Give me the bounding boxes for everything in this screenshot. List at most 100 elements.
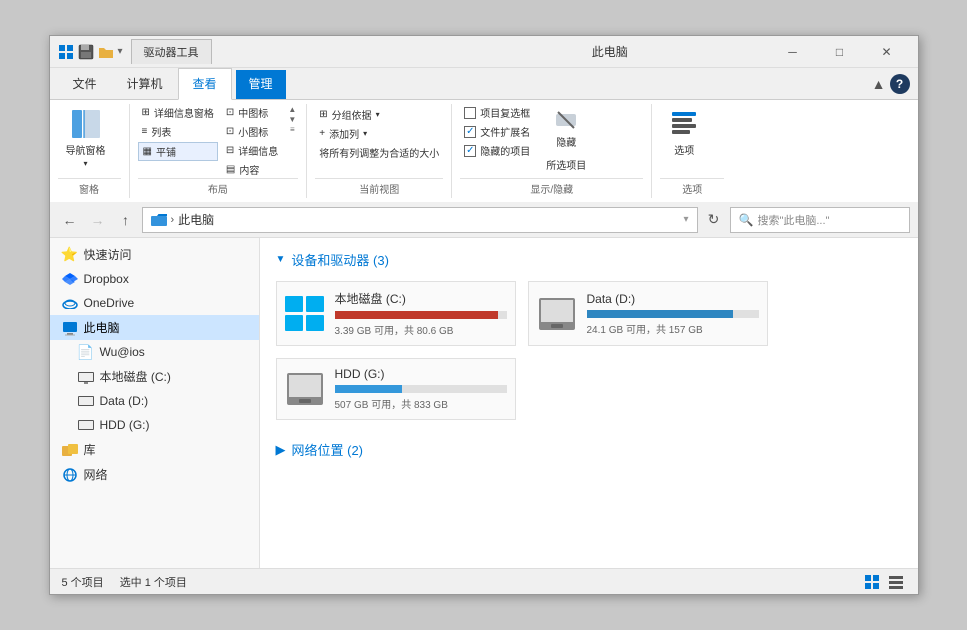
ribbon-collapse-btn[interactable]: ▲ — [872, 76, 886, 92]
sidebar-item-data-d[interactable]: Data (D:) — [50, 389, 259, 413]
data-d-label: Data (D:) — [100, 394, 149, 408]
list-btn[interactable]: ≡ 列表 — [138, 123, 218, 140]
tab-computer[interactable]: 计算机 — [112, 68, 178, 99]
hdd-g-svg — [78, 418, 94, 432]
statusbar-grid-view-btn[interactable] — [862, 572, 882, 592]
drive-d-svg — [78, 394, 94, 408]
group-by-icon: ⊞ — [319, 109, 327, 120]
statusbar-list-view-btn[interactable] — [886, 572, 906, 592]
tile-btn[interactable]: ▦ 平铺 — [138, 142, 218, 161]
small-icon: ⊡ — [226, 126, 234, 137]
hide-svg — [554, 110, 578, 130]
close-button[interactable]: ✕ — [864, 38, 910, 66]
drive-card-c[interactable]: 本地磁盘 (C:) 3.39 GB 可用，共 80.6 GB — [276, 281, 516, 346]
hide-label: 隐藏 — [556, 134, 576, 149]
address-bar[interactable]: › 此电脑 ▾ — [142, 207, 698, 233]
drive-c-bar-container — [335, 311, 507, 319]
group-by-arrow: ▾ — [376, 110, 380, 119]
minimize-button[interactable]: ─ — [770, 38, 816, 66]
drive-c-icon — [285, 294, 325, 334]
sidebar-item-network[interactable]: 网络 — [50, 462, 259, 487]
pane-items: 导航窗格 ▾ — [58, 104, 121, 178]
sidebar-item-hdd-g[interactable]: HDD (G:) — [50, 413, 259, 437]
ribbon-tabs: 文件 计算机 查看 管理 ▲ ? — [50, 68, 918, 100]
network-label: 网络位置 (2) — [292, 440, 364, 459]
drive-g-bar-container — [335, 385, 507, 393]
dropbox-label: Dropbox — [84, 272, 129, 286]
nav-pane-button[interactable]: 导航窗格 ▾ — [58, 104, 114, 172]
small-icon-btn[interactable]: ⊡ 小图标 — [222, 123, 282, 140]
detail-pane-btn[interactable]: ⊞ 详细信息窗格 — [138, 104, 218, 121]
sidebar-item-library[interactable]: 库 — [50, 437, 259, 462]
back-button[interactable]: ← — [58, 208, 82, 232]
sidebar-item-onedrive[interactable]: OneDrive — [50, 291, 259, 315]
folder-address-icon — [151, 212, 167, 228]
checkbox-extension[interactable]: 文件扩展名 — [460, 123, 534, 140]
onedrive-label: OneDrive — [84, 296, 135, 310]
options-button[interactable]: 选项 — [660, 104, 708, 161]
checkbox-item-selector-label: 项目复选框 — [480, 105, 530, 120]
detail-pane-icon: ⊞ — [142, 107, 150, 118]
tab-view[interactable]: 查看 — [178, 68, 232, 100]
nav-pane-label: 导航窗格 — [66, 142, 106, 157]
layout-col2: ⊡ 中图标 ⊡ 小图标 ⊟ 详细信息 ▤ 内容 — [222, 104, 282, 178]
group-by-btn[interactable]: ⊞ 分组依据 ▾ — [315, 106, 383, 123]
options-items: 选项 — [660, 104, 724, 178]
drive-c-svg — [78, 370, 94, 384]
showhide-group-label: 显示/隐藏 — [460, 178, 643, 198]
scroll-more-btn[interactable]: ≡ — [286, 124, 298, 134]
add-col-btn[interactable]: + 添加列 ▾ — [315, 125, 371, 142]
refresh-button[interactable]: ↻ — [702, 208, 726, 232]
detail-view-btn[interactable]: ⊟ 详细信息 — [222, 142, 282, 159]
fit-cols-btn[interactable]: 将所有列调整为合适的大小 — [315, 144, 443, 161]
titlebar: ▾ 驱动器工具 此电脑 ─ □ ✕ — [50, 36, 918, 68]
content-label: 内容 — [239, 162, 259, 177]
drive-card-d[interactable]: Data (D:) 24.1 GB 可用，共 157 GB — [528, 281, 768, 346]
drive-c-info: 本地磁盘 (C:) 3.39 GB 可用，共 80.6 GB — [335, 290, 507, 337]
fit-cols-label: 将所有列调整为合适的大小 — [319, 145, 439, 160]
quick-access-arrow[interactable]: ▾ — [118, 46, 123, 57]
options-label: 选项 — [674, 142, 694, 157]
nav-pane-icon — [70, 108, 102, 140]
help-button[interactable]: ? — [890, 74, 910, 94]
network-icon — [62, 467, 78, 483]
quickaccess-label: 快速访问 — [84, 246, 132, 263]
devices-chevron: ▼ — [276, 254, 286, 265]
ribbon-group-layout: ⊞ 详细信息窗格 ≡ 列表 ▦ 平铺 ⊡ 中图标 — [130, 104, 308, 198]
hide-button[interactable]: 隐藏 — [546, 104, 586, 153]
scroll-down-btn[interactable]: ▼ — [286, 114, 298, 124]
tab-file[interactable]: 文件 — [58, 68, 112, 99]
address-dropdown-arrow[interactable]: ▾ — [683, 214, 688, 225]
layout-scroll: ▲ ▼ ≡ — [286, 104, 298, 134]
scroll-up-btn[interactable]: ▲ — [286, 104, 298, 114]
thispc-label: 此电脑 — [84, 319, 120, 336]
options-group-label: 选项 — [660, 178, 724, 198]
add-col-icon: + — [319, 128, 325, 139]
drive-c-svg — [285, 296, 325, 332]
group-by-label: 分组依据 — [332, 107, 372, 122]
folder-icon — [98, 44, 114, 60]
up-button[interactable]: ↑ — [114, 208, 138, 232]
sidebar-item-local-c[interactable]: 本地磁盘 (C:) — [50, 364, 259, 389]
checkbox-hidden[interactable]: 隐藏的项目 — [460, 142, 534, 159]
maximize-button[interactable]: □ — [817, 38, 863, 66]
medium-icon-btn[interactable]: ⊡ 中图标 — [222, 104, 282, 121]
drive-card-g[interactable]: HDD (G:) 507 GB 可用，共 833 GB — [276, 358, 516, 420]
tab-manage[interactable]: 管理 — [236, 70, 286, 99]
forward-button[interactable]: → — [86, 208, 110, 232]
sidebar-item-quickaccess[interactable]: ⭐ 快速访问 — [50, 242, 259, 267]
drive-g-bar — [335, 385, 402, 393]
checkbox-item-selector[interactable]: 项目复选框 — [460, 104, 534, 121]
sidebar-item-dropbox[interactable]: Dropbox — [50, 267, 259, 291]
detail-view-icon: ⊟ — [226, 145, 234, 156]
network-section-header[interactable]: ▶ 网络位置 (2) — [276, 440, 902, 459]
drive-c-stats: 3.39 GB 可用，共 80.6 GB — [335, 322, 507, 337]
thispc-svg — [62, 320, 78, 336]
sidebar-item-wuios[interactable]: 📄 Wu@ios — [50, 340, 259, 364]
content-btn[interactable]: ▤ 内容 — [222, 161, 282, 178]
sidebar-item-thispc[interactable]: 此电脑 — [50, 315, 259, 340]
grid-view-icon — [864, 574, 880, 590]
search-bar[interactable]: 🔍 搜索"此电脑..." — [730, 207, 910, 233]
devices-section-header[interactable]: ▼ 设备和驱动器 (3) — [276, 250, 902, 269]
view-items: ⊞ 分组依据 ▾ + 添加列 ▾ 将所有列调整为合适的大小 — [315, 104, 443, 178]
